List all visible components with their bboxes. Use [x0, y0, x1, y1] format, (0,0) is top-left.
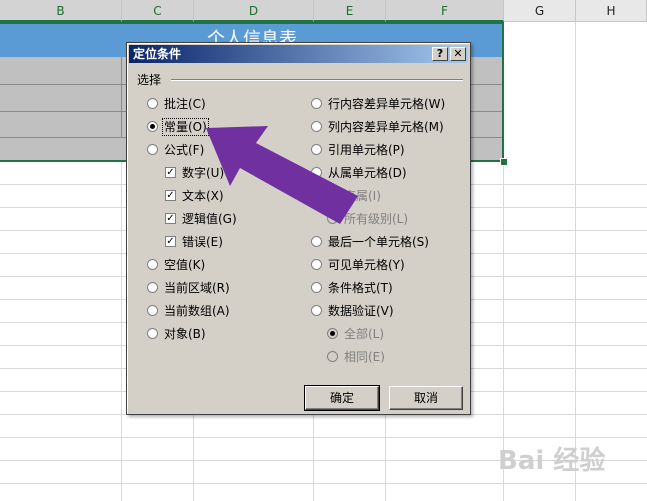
goto-special-dialog: 定位条件 ? ✕ 选择 批注(C) 常量(O) 公式(F) ✓ 数字(U) ✓ 文本…: [126, 42, 471, 415]
radio-icon[interactable]: [311, 305, 322, 316]
close-button[interactable]: ✕: [450, 47, 466, 61]
radio-icon[interactable]: [147, 305, 158, 316]
option-label: 所有级别(L): [344, 212, 409, 226]
checkmark-icon[interactable]: ✓: [165, 190, 176, 201]
column-header-f[interactable]: F: [386, 0, 504, 22]
grid-line: [0, 437, 647, 438]
grid-line: [0, 483, 647, 484]
option-objects[interactable]: 对象(B): [147, 325, 206, 343]
option-label: 对象(B): [164, 327, 206, 341]
option-label: 行内容差异单元格(W): [328, 97, 446, 111]
option-label: 引用单元格(P): [328, 143, 405, 157]
option-formulas[interactable]: 公式(F): [147, 141, 204, 159]
group-label: 选择: [137, 73, 162, 87]
column-header-label: B: [56, 4, 65, 18]
close-icon: ✕: [453, 47, 463, 60]
column-header-g[interactable]: G: [504, 0, 576, 22]
column-header-e[interactable]: E: [314, 0, 386, 22]
checkmark-icon[interactable]: ✓: [165, 167, 176, 178]
fill-handle[interactable]: [500, 158, 508, 166]
option-column-differences[interactable]: 列内容差异单元格(M): [311, 118, 444, 136]
option-all-levels[interactable]: 所有级别(L): [327, 210, 408, 228]
option-comments[interactable]: 批注(C): [147, 95, 206, 113]
option-validation-all[interactable]: 全部(L): [327, 325, 384, 343]
ok-button[interactable]: 确定: [304, 385, 380, 411]
option-label: 数据验证(V): [328, 304, 394, 318]
column-header-label: F: [441, 4, 448, 18]
radio-icon[interactable]: [311, 144, 322, 155]
checkmark-icon[interactable]: ✓: [165, 236, 176, 247]
option-label: 文本(X): [182, 189, 224, 203]
radio-icon[interactable]: [311, 259, 322, 270]
column-header-label: E: [345, 4, 354, 18]
option-label: 空值(K): [164, 258, 206, 272]
radio-selected-icon[interactable]: [147, 121, 158, 132]
group-divider: [171, 79, 463, 81]
option-row-differences[interactable]: 行内容差异单元格(W): [311, 95, 445, 113]
checkbox-text[interactable]: ✓ 文本(X): [165, 187, 224, 205]
radio-icon[interactable]: [147, 98, 158, 109]
option-label: 条件格式(T): [328, 281, 393, 295]
checkmark-icon[interactable]: ✓: [165, 213, 176, 224]
radio-icon[interactable]: [311, 98, 322, 109]
option-label: 当前数组(A): [164, 304, 230, 318]
option-visible-cells[interactable]: 可见单元格(Y): [311, 256, 405, 274]
column-header-h[interactable]: H: [576, 0, 647, 22]
option-constants[interactable]: 常量(O): [147, 118, 209, 136]
option-label: 逻辑值(G): [182, 212, 237, 226]
radio-icon[interactable]: [311, 236, 322, 247]
column-header-label: C: [153, 4, 162, 18]
column-header-b[interactable]: B: [0, 0, 122, 22]
option-current-region[interactable]: 当前区域(R): [147, 279, 230, 297]
option-dependents[interactable]: 从属单元格(D): [311, 164, 407, 182]
radio-icon[interactable]: [147, 282, 158, 293]
checkbox-logicals[interactable]: ✓ 逻辑值(G): [165, 210, 237, 228]
option-label: 可见单元格(Y): [328, 258, 405, 272]
watermark-logo: Bai 经验: [498, 446, 606, 476]
option-label: 列内容差异单元格(M): [328, 120, 444, 134]
help-button[interactable]: ?: [432, 47, 448, 61]
option-label: 公式(F): [164, 143, 205, 157]
option-label: 直属(I): [344, 189, 381, 203]
option-label: 最后一个单元格(S): [328, 235, 429, 249]
option-precedents[interactable]: 引用单元格(P): [311, 141, 405, 159]
option-current-array[interactable]: 当前数组(A): [147, 302, 230, 320]
help-icon: ?: [436, 47, 444, 60]
option-last-cell[interactable]: 最后一个单元格(S): [311, 233, 429, 251]
radio-icon[interactable]: [311, 167, 322, 178]
radio-icon[interactable]: [311, 282, 322, 293]
checkbox-errors[interactable]: ✓ 错误(E): [165, 233, 223, 251]
column-header-label: H: [606, 4, 616, 18]
dialog-title: 定位条件: [133, 47, 182, 61]
checkbox-numbers[interactable]: ✓ 数字(U): [165, 164, 224, 182]
option-label: 错误(E): [182, 235, 223, 249]
option-blanks[interactable]: 空值(K): [147, 256, 205, 274]
column-header-d[interactable]: D: [194, 0, 314, 22]
cancel-button[interactable]: 取消: [389, 386, 463, 410]
radio-selected-disabled-icon[interactable]: [327, 328, 338, 339]
radio-icon[interactable]: [147, 328, 158, 339]
option-direct-only[interactable]: 直属(I): [327, 187, 381, 205]
grid-line: [575, 22, 576, 501]
option-data-validation[interactable]: 数据验证(V): [311, 302, 394, 320]
option-label: 从属单元格(D): [328, 166, 407, 180]
dialog-titlebar[interactable]: 定位条件 ? ✕: [129, 45, 468, 63]
option-label: 当前区域(R): [164, 281, 230, 295]
option-label: 常量(O): [162, 118, 209, 136]
option-validation-same[interactable]: 相同(E): [327, 348, 385, 366]
radio-icon[interactable]: [147, 144, 158, 155]
option-label: 批注(C): [164, 97, 206, 111]
option-label: 全部(L): [344, 327, 385, 341]
option-label: 数字(U): [182, 166, 225, 180]
radio-disabled-icon[interactable]: [327, 351, 338, 362]
option-label: 相同(E): [344, 350, 385, 364]
column-header-label: D: [248, 4, 259, 18]
column-header-c[interactable]: C: [122, 0, 194, 22]
radio-disabled-icon[interactable]: [327, 213, 338, 224]
radio-icon[interactable]: [147, 259, 158, 270]
option-conditional-formats[interactable]: 条件格式(T): [311, 279, 393, 297]
radio-disabled-icon[interactable]: [327, 190, 338, 201]
column-header-label: G: [534, 4, 545, 18]
radio-icon[interactable]: [311, 121, 322, 132]
